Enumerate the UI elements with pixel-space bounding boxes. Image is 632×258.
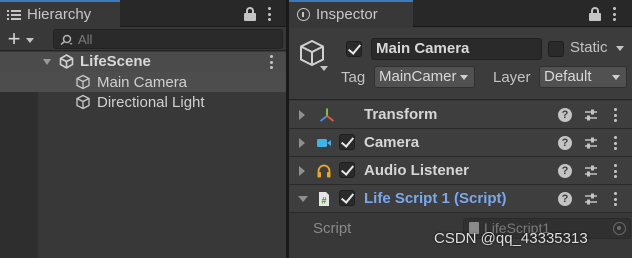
- plus-icon: +: [7, 26, 21, 51]
- hierarchy-panel: Hierarchy + LifeSc: [0, 0, 286, 258]
- inspector-menu-icon[interactable]: [612, 7, 616, 21]
- hierarchy-menu-icon[interactable]: [267, 7, 271, 21]
- hierarchy-item-directional-light[interactable]: Directional Light: [0, 92, 286, 112]
- script-field-label: Script: [313, 220, 352, 237]
- svg-text:#: #: [321, 196, 326, 206]
- unity-scene-icon: [59, 54, 74, 69]
- component-camera[interactable]: Camera ?: [289, 129, 632, 157]
- chevron-right-icon[interactable]: [299, 138, 305, 148]
- scene-menu-icon[interactable]: [269, 55, 273, 69]
- component-menu-icon[interactable]: [613, 108, 617, 122]
- hierarchy-item-label: Directional Light: [97, 94, 205, 111]
- create-button[interactable]: +: [5, 26, 41, 51]
- tab-inspector[interactable]: Inspector: [289, 0, 413, 27]
- object-name-field[interactable]: Main Camera: [371, 38, 542, 60]
- inspector-tab-bar: Inspector: [289, 0, 632, 27]
- layer-label: Layer: [493, 69, 531, 86]
- hierarchy-tab-bar: Hierarchy: [0, 0, 286, 27]
- help-icon[interactable]: ?: [558, 164, 572, 178]
- chevron-right-icon[interactable]: [299, 110, 305, 120]
- lock-icon[interactable]: [244, 7, 256, 21]
- scene-name: LifeScene: [80, 53, 151, 70]
- chevron-down-icon[interactable]: [43, 59, 51, 65]
- static-label: Static: [570, 39, 608, 56]
- component-menu-icon[interactable]: [613, 136, 617, 150]
- tag-dropdown[interactable]: MainCamera: [374, 66, 475, 88]
- presets-icon[interactable]: [584, 108, 598, 122]
- chevron-down-icon[interactable]: [320, 66, 328, 71]
- component-name: Life Script 1 (Script): [364, 190, 507, 207]
- search-icon[interactable]: [60, 34, 73, 45]
- search-box: [53, 29, 283, 49]
- help-icon[interactable]: ?: [558, 108, 572, 122]
- tab-hierarchy[interactable]: Hierarchy: [0, 0, 120, 27]
- component-menu-icon[interactable]: [613, 164, 617, 178]
- component-enabled-checkbox[interactable]: [339, 134, 355, 150]
- scene-row[interactable]: LifeScene: [0, 52, 286, 72]
- chevron-down-icon: [460, 75, 468, 80]
- component-transform[interactable]: Transform ?: [289, 101, 632, 129]
- component-life-script[interactable]: # Life Script 1 (Script) ?: [289, 185, 632, 213]
- component-menu-icon[interactable]: [613, 192, 617, 206]
- component-name: Transform: [364, 106, 438, 123]
- gameobject-header: Main Camera Static Tag MainCamera Layer …: [289, 28, 632, 100]
- chevron-down-icon[interactable]: [298, 196, 308, 202]
- transform-axes-icon: [319, 108, 335, 122]
- layer-dropdown[interactable]: Default: [539, 66, 627, 88]
- gameobject-cube-icon: [76, 94, 90, 110]
- layer-value: Default: [544, 68, 592, 85]
- chevron-down-icon: [26, 37, 34, 43]
- info-icon: [297, 8, 310, 21]
- camera-icon: [317, 139, 331, 147]
- list-icon: [7, 9, 21, 20]
- hierarchy-item-main-camera[interactable]: Main Camera: [0, 72, 286, 92]
- search-input[interactable]: [78, 30, 278, 48]
- headphones-icon: [317, 164, 331, 178]
- presets-icon[interactable]: [584, 164, 598, 178]
- component-enabled-checkbox[interactable]: [339, 190, 355, 206]
- help-icon[interactable]: ?: [558, 192, 572, 206]
- watermark: CSDN @qq_43335313: [434, 230, 588, 247]
- help-icon[interactable]: ?: [558, 136, 572, 150]
- tab-hierarchy-label: Hierarchy: [27, 6, 92, 23]
- lock-icon[interactable]: [589, 7, 601, 21]
- hierarchy-toolbar: +: [0, 27, 286, 51]
- component-enabled-checkbox[interactable]: [339, 162, 355, 178]
- chevron-right-icon[interactable]: [299, 166, 305, 176]
- chevron-down-icon[interactable]: [616, 46, 624, 51]
- tab-inspector-label: Inspector: [316, 6, 378, 23]
- hierarchy-item-label: Main Camera: [97, 74, 188, 91]
- gameobject-cube-icon[interactable]: [297, 38, 327, 68]
- tag-label: Tag: [341, 69, 366, 86]
- static-checkbox[interactable]: [548, 41, 564, 57]
- component-name: Camera: [364, 134, 420, 151]
- component-name: Audio Listener: [364, 162, 470, 179]
- chevron-down-icon: [612, 75, 620, 80]
- presets-icon[interactable]: [584, 192, 598, 206]
- csharp-script-icon: #: [319, 192, 329, 206]
- inspector-panel: Inspector Main Camera Static Tag MainCam…: [289, 0, 632, 258]
- presets-icon[interactable]: [584, 136, 598, 150]
- component-audio-listener[interactable]: Audio Listener ?: [289, 157, 632, 185]
- gameobject-cube-icon: [76, 74, 90, 90]
- object-picker-icon[interactable]: [613, 222, 626, 235]
- active-checkbox[interactable]: [346, 41, 362, 57]
- tag-value: MainCamera: [379, 68, 457, 85]
